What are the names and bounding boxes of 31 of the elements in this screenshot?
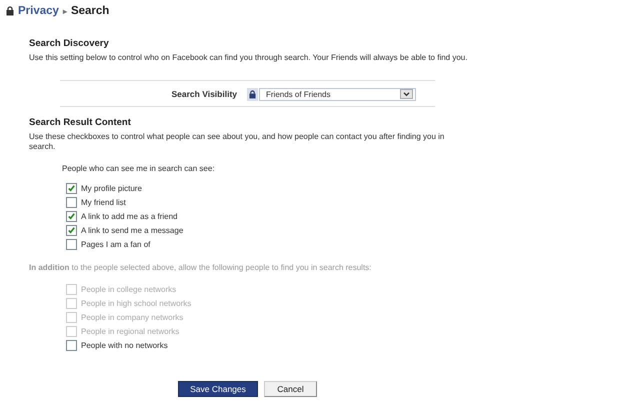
lock-icon <box>247 88 258 100</box>
page-title: Search <box>70 5 110 17</box>
checkbox-intro: People who can see me in search can see: <box>62 164 216 173</box>
section-description: Use this setting below to control who on Facebook can find you through search. Your Friends will always be able to find you. <box>29 53 468 63</box>
checkbox[interactable] <box>66 239 77 250</box>
breadcrumb-separator: ▸ <box>62 6 67 16</box>
checkbox-label: A link to send me a message <box>81 226 184 235</box>
checkbox-label: My profile picture <box>81 184 142 193</box>
checkbox[interactable] <box>66 211 77 222</box>
checkbox[interactable] <box>66 197 77 208</box>
visibility-dropdown[interactable]: Friends of Friends <box>259 88 416 100</box>
section-heading: Search Discovery <box>29 38 110 49</box>
checkbox-label: People with no networks <box>81 341 168 350</box>
checkbox[interactable] <box>66 183 77 194</box>
networks-intro: In addition to the people selected above, allow the following people to find you in search results: <box>29 263 372 272</box>
checkbox[interactable] <box>66 340 77 351</box>
lock-icon <box>6 6 14 16</box>
checkbox-label: People in high school networks <box>81 299 192 308</box>
cancel-button[interactable]: Cancel <box>264 381 317 397</box>
privacy-link[interactable]: Privacy <box>18 5 59 17</box>
checkbox-label: A link to add me as a friend <box>81 212 178 221</box>
checkbox[interactable] <box>66 225 77 236</box>
checkbox-label: People in college networks <box>81 285 176 294</box>
checkbox-label: People in regional networks <box>81 327 180 336</box>
checkbox-label: My friend list <box>81 198 126 207</box>
checkbox-label: People in company networks <box>81 313 184 322</box>
section-heading: Search Result Content <box>29 117 132 128</box>
checkbox-label: Pages I am a fan of <box>81 240 150 249</box>
section-description: Use these checkboxes to control what people can see about you, and how people can contact you after finding you in search. <box>29 132 446 152</box>
search-visibility-label: Search Visibility <box>170 89 237 99</box>
save-button[interactable]: Save Changes <box>178 381 258 397</box>
